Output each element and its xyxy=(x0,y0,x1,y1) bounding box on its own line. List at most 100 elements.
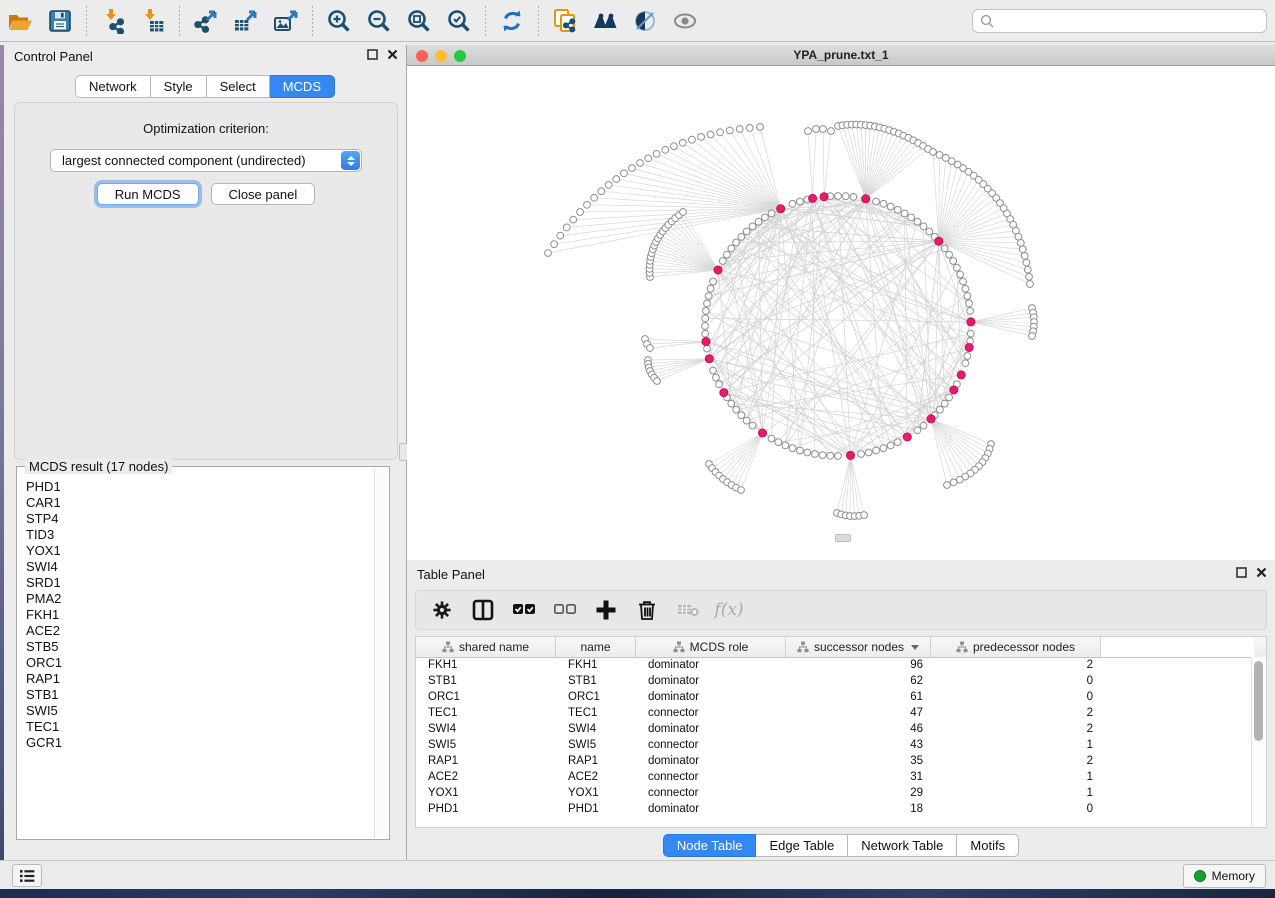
table-row[interactable]: RAP1RAP1dominator352 xyxy=(416,753,1252,769)
cell-shared-name[interactable]: SWI5 xyxy=(416,739,556,751)
cell-MCDS-role[interactable]: connector xyxy=(636,771,786,783)
export-network-button[interactable] xyxy=(189,6,223,36)
cell-successor-nodes[interactable]: 35 xyxy=(786,755,931,767)
mcds-result-list[interactable]: PHD1CAR1STP4TID3YOX1SWI4SRD1PMA2FKH1ACE2… xyxy=(18,479,375,838)
import-table-button[interactable] xyxy=(136,6,170,36)
add-column-button[interactable] xyxy=(594,598,618,622)
mcds-result-item[interactable]: STB5 xyxy=(26,639,375,655)
tab-select[interactable]: Select xyxy=(207,75,270,98)
cell-shared-name[interactable]: PHD1 xyxy=(416,803,556,815)
cell-predecessor-nodes[interactable]: 0 xyxy=(931,803,1101,815)
cell-successor-nodes[interactable]: 46 xyxy=(786,723,931,735)
table-scrollbar-thumb[interactable] xyxy=(1254,661,1263,741)
cell-predecessor-nodes[interactable]: 2 xyxy=(931,723,1101,735)
table-row[interactable]: ACE2ACE2connector311 xyxy=(416,769,1252,785)
cell-successor-nodes[interactable]: 62 xyxy=(786,675,931,687)
column-header-predecessor-nodes[interactable]: predecessor nodes xyxy=(931,637,1101,657)
cell-successor-nodes[interactable]: 96 xyxy=(786,659,931,671)
mcds-result-item[interactable]: YOX1 xyxy=(26,543,375,559)
table-row[interactable]: TEC1TEC1connector472 xyxy=(416,705,1252,721)
column-header-MCDS-role[interactable]: MCDS role xyxy=(636,637,786,657)
cell-MCDS-role[interactable]: dominator xyxy=(636,675,786,687)
cell-name[interactable]: SWI4 xyxy=(556,723,636,735)
zoom-in-button[interactable] xyxy=(322,6,356,36)
mcds-result-item[interactable]: PHD1 xyxy=(26,479,375,495)
mcds-result-item[interactable]: FKH1 xyxy=(26,607,375,623)
cell-MCDS-role[interactable]: dominator xyxy=(636,755,786,767)
tab-network[interactable]: Network xyxy=(75,75,151,98)
zoom-out-button[interactable] xyxy=(362,6,396,36)
cell-predecessor-nodes[interactable]: 1 xyxy=(931,771,1101,783)
table-scrollbar[interactable] xyxy=(1251,657,1266,827)
splitter-handle-horizontal[interactable] xyxy=(835,534,851,542)
first-neighbors-button[interactable] xyxy=(588,6,622,36)
cell-predecessor-nodes[interactable]: 1 xyxy=(931,739,1101,751)
cell-shared-name[interactable]: SWI4 xyxy=(416,723,556,735)
mcds-result-item[interactable]: GCR1 xyxy=(26,735,375,751)
apply-layout-button[interactable] xyxy=(495,6,529,36)
cell-predecessor-nodes[interactable]: 2 xyxy=(931,659,1101,671)
cell-name[interactable]: RAP1 xyxy=(556,755,636,767)
cell-name[interactable]: ORC1 xyxy=(556,691,636,703)
mcds-result-item[interactable]: RAP1 xyxy=(26,671,375,687)
save-session-button[interactable] xyxy=(43,6,77,36)
search-box[interactable] xyxy=(972,9,1267,33)
mcds-result-item[interactable]: PMA2 xyxy=(26,591,375,607)
tab-mcds[interactable]: MCDS xyxy=(270,75,335,98)
cell-predecessor-nodes[interactable]: 2 xyxy=(931,707,1101,719)
cell-predecessor-nodes[interactable]: 2 xyxy=(931,755,1101,767)
cell-shared-name[interactable]: RAP1 xyxy=(416,755,556,767)
cell-MCDS-role[interactable]: connector xyxy=(636,739,786,751)
cell-successor-nodes[interactable]: 18 xyxy=(786,803,931,815)
mcds-result-item[interactable]: SWI4 xyxy=(26,559,375,575)
column-header-shared-name[interactable]: shared name xyxy=(416,637,556,657)
float-panel-icon[interactable] xyxy=(367,49,378,60)
tab-style[interactable]: Style xyxy=(151,75,207,98)
task-history-button[interactable] xyxy=(12,864,42,887)
export-table-button[interactable] xyxy=(229,6,263,36)
cell-MCDS-role[interactable]: dominator xyxy=(636,659,786,671)
cell-name[interactable]: FKH1 xyxy=(556,659,636,671)
cell-shared-name[interactable]: FKH1 xyxy=(416,659,556,671)
column-visibility-button[interactable] xyxy=(471,598,495,622)
cell-shared-name[interactable]: ORC1 xyxy=(416,691,556,703)
tab-node-table[interactable]: Node Table xyxy=(663,834,757,857)
table-row[interactable]: FKH1FKH1dominator962 xyxy=(416,657,1252,673)
mcds-result-item[interactable]: SWI5 xyxy=(26,703,375,719)
cell-predecessor-nodes[interactable]: 0 xyxy=(931,675,1101,687)
cell-MCDS-role[interactable]: dominator xyxy=(636,691,786,703)
table-row[interactable]: SWI4SWI4dominator462 xyxy=(416,721,1252,737)
unselect-all-button[interactable] xyxy=(553,598,577,622)
clone-network-button[interactable] xyxy=(548,6,582,36)
graphics-details-button[interactable] xyxy=(628,6,662,36)
cell-name[interactable]: TEC1 xyxy=(556,707,636,719)
cell-successor-nodes[interactable]: 31 xyxy=(786,771,931,783)
run-mcds-button[interactable]: Run MCDS xyxy=(97,183,199,205)
table-row[interactable]: YOX1YOX1connector291 xyxy=(416,785,1252,801)
cell-successor-nodes[interactable]: 29 xyxy=(786,787,931,799)
mcds-result-item[interactable]: STP4 xyxy=(26,511,375,527)
tab-network-table[interactable]: Network Table xyxy=(848,834,957,857)
cell-shared-name[interactable]: STB1 xyxy=(416,675,556,687)
cell-shared-name[interactable]: TEC1 xyxy=(416,707,556,719)
cell-name[interactable]: SWI5 xyxy=(556,739,636,751)
optimization-criterion-select[interactable]: largest connected component (undirected) xyxy=(50,149,362,172)
cell-MCDS-role[interactable]: connector xyxy=(636,707,786,719)
search-input[interactable] xyxy=(999,13,1266,29)
cell-shared-name[interactable]: YOX1 xyxy=(416,787,556,799)
mcds-result-item[interactable]: TEC1 xyxy=(26,719,375,735)
mcds-result-item[interactable]: CAR1 xyxy=(26,495,375,511)
cell-predecessor-nodes[interactable]: 0 xyxy=(931,691,1101,703)
table-row[interactable]: PHD1PHD1dominator180 xyxy=(416,801,1252,817)
delete-rows-button[interactable] xyxy=(635,598,659,622)
close-panel-icon[interactable] xyxy=(387,49,398,60)
cell-MCDS-role[interactable]: connector xyxy=(636,787,786,799)
cell-successor-nodes[interactable]: 47 xyxy=(786,707,931,719)
float-table-panel-icon[interactable] xyxy=(1236,567,1247,578)
mcds-result-item[interactable]: ORC1 xyxy=(26,655,375,671)
close-panel-button[interactable]: Close panel xyxy=(211,183,316,205)
network-window-titlebar[interactable]: YPA_prune.txt_1 xyxy=(407,45,1275,66)
mcds-result-item[interactable]: TID3 xyxy=(26,527,375,543)
cell-MCDS-role[interactable]: dominator xyxy=(636,803,786,815)
select-all-button[interactable] xyxy=(512,598,536,622)
